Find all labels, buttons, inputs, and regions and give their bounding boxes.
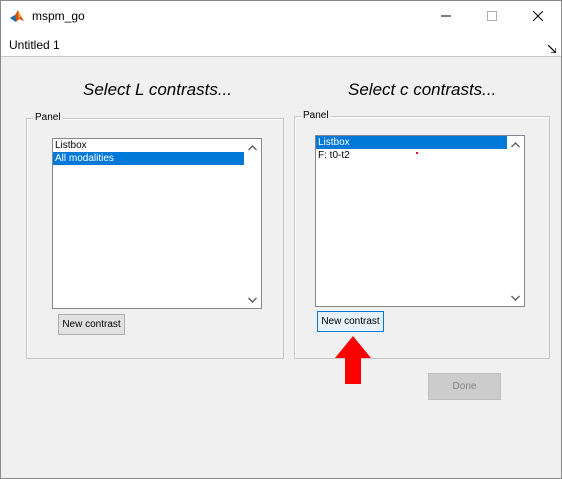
red-up-arrow-annotation bbox=[335, 336, 371, 384]
c-listbox-scrollbar[interactable] bbox=[507, 136, 524, 306]
heading-select-l-contrasts: Select L contrasts... bbox=[83, 80, 232, 99]
chevron-down-icon[interactable] bbox=[507, 289, 524, 306]
chevron-up-icon[interactable] bbox=[244, 139, 261, 156]
chevron-down-icon[interactable] bbox=[244, 291, 261, 308]
matlab-icon bbox=[9, 8, 25, 24]
close-button[interactable] bbox=[515, 1, 561, 32]
undock-arrow-icon[interactable] bbox=[547, 40, 557, 54]
document-tab-bar: Untitled 1 bbox=[1, 32, 561, 57]
close-icon bbox=[532, 8, 544, 26]
window-title: mspm_go bbox=[32, 9, 85, 23]
title-bar[interactable]: mspm_go bbox=[1, 1, 561, 32]
minimize-icon bbox=[441, 8, 451, 26]
list-item[interactable]: Listbox bbox=[53, 139, 261, 152]
heading-select-c-contrasts: Select c contrasts... bbox=[348, 80, 497, 99]
l-contrasts-listbox[interactable]: Listbox All modalities bbox=[52, 138, 262, 309]
list-item-selected[interactable]: Listbox bbox=[316, 136, 524, 149]
app-window: mspm_go Untitled 1 Select L contrasts...… bbox=[0, 0, 562, 479]
done-button[interactable]: Done bbox=[428, 373, 501, 400]
right-panel-title: Panel bbox=[301, 110, 331, 122]
new-l-contrast-button[interactable]: New contrast bbox=[58, 314, 125, 335]
stray-red-dot bbox=[416, 152, 418, 154]
l-listbox-scrollbar[interactable] bbox=[244, 139, 261, 308]
c-contrasts-listbox[interactable]: Listbox F: t0-t2 bbox=[315, 135, 525, 307]
left-panel-title: Panel bbox=[33, 112, 63, 124]
list-item-selected[interactable]: All modalities bbox=[53, 152, 261, 165]
minimize-button[interactable] bbox=[423, 1, 469, 32]
maximize-button[interactable] bbox=[469, 1, 515, 32]
document-tab[interactable]: Untitled 1 bbox=[9, 38, 60, 52]
chevron-up-icon[interactable] bbox=[507, 136, 524, 153]
list-item[interactable]: F: t0-t2 bbox=[316, 149, 524, 162]
maximize-icon bbox=[487, 8, 497, 26]
new-c-contrast-button[interactable]: New contrast bbox=[317, 311, 384, 332]
